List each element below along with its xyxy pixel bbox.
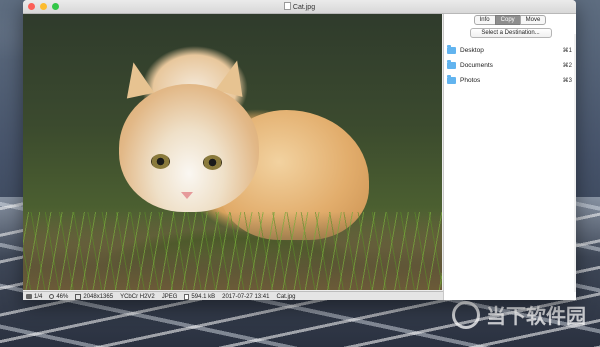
destination-shortcut: ⌘2 — [562, 63, 572, 69]
folder-icon — [447, 60, 456, 69]
image-icon — [26, 294, 32, 299]
dimensions-icon — [75, 293, 82, 300]
minimize-button[interactable] — [40, 3, 47, 10]
cat-eye-right — [203, 155, 222, 170]
window-title-text: Cat.jpg — [292, 4, 316, 11]
destination-documents[interactable]: Documents ⌘2 — [447, 59, 574, 72]
select-destination-button[interactable]: Select a Destination... — [469, 28, 552, 38]
tab-info[interactable]: Info — [473, 15, 496, 25]
cat-eye-left — [151, 154, 170, 169]
destination-photos[interactable]: Photos ⌘3 — [447, 74, 574, 87]
tab-move[interactable]: Move — [519, 15, 547, 25]
destination-shortcut: ⌘1 — [562, 48, 572, 54]
destination-desktop[interactable]: Desktop ⌘1 — [447, 44, 574, 57]
status-index: 1/4 — [26, 294, 42, 300]
status-zoom-text: 46% — [56, 293, 69, 300]
close-button[interactable] — [28, 3, 35, 10]
status-format: JPEG — [161, 293, 178, 300]
cat-ear-left — [119, 59, 155, 99]
grass — [23, 212, 442, 290]
status-filename: Cat.jpg — [276, 293, 296, 300]
status-file-size-text: 594.1 kB — [191, 293, 216, 300]
file-icon — [184, 293, 190, 300]
sidebar-tabs: Info Copy Move — [444, 15, 576, 25]
title-bar[interactable]: Cat.jpg — [23, 0, 576, 14]
status-color-model: YCbCr H2V2 — [120, 293, 155, 300]
destination-label: Desktop — [460, 47, 484, 54]
folder-icon — [447, 75, 456, 84]
window-title: Cat.jpg — [23, 2, 576, 11]
tab-copy[interactable]: Copy — [494, 15, 521, 25]
status-date: 2017-07-27 13:41 — [222, 293, 270, 300]
document-icon — [283, 2, 291, 10]
cat-nose — [181, 192, 193, 199]
status-bar: 1/4 46% 2048x1365 YCbCr H2V2 JPEG 594.1 … — [23, 291, 445, 300]
status-index-text: 1/4 — [34, 293, 43, 300]
image-viewer[interactable] — [23, 14, 442, 290]
watermark: 当下软件园 — [452, 300, 586, 329]
watermark-logo-icon — [452, 300, 480, 329]
status-dimensions: 2048x1365 — [75, 293, 114, 300]
maximize-button[interactable] — [52, 3, 59, 10]
app-window: Cat.jpg 1/4 46% 2048x1365 YCbCr H2V2 JPE… — [23, 0, 576, 300]
sidebar-scrollbar[interactable] — [574, 34, 576, 292]
folder-icon — [447, 45, 456, 54]
destination-shortcut: ⌘3 — [562, 78, 572, 84]
window-controls — [28, 3, 59, 10]
status-file-size: 594.1 kB — [184, 293, 216, 300]
zoom-icon — [49, 294, 55, 299]
destination-label: Documents — [460, 62, 493, 69]
destination-label: Photos — [460, 77, 481, 84]
status-dimensions-text: 2048x1365 — [83, 293, 114, 300]
watermark-text: 当下软件园 — [486, 306, 586, 328]
sidebar: Info Copy Move Select a Destination... D… — [443, 14, 576, 300]
status-zoom: 46% — [49, 294, 68, 300]
